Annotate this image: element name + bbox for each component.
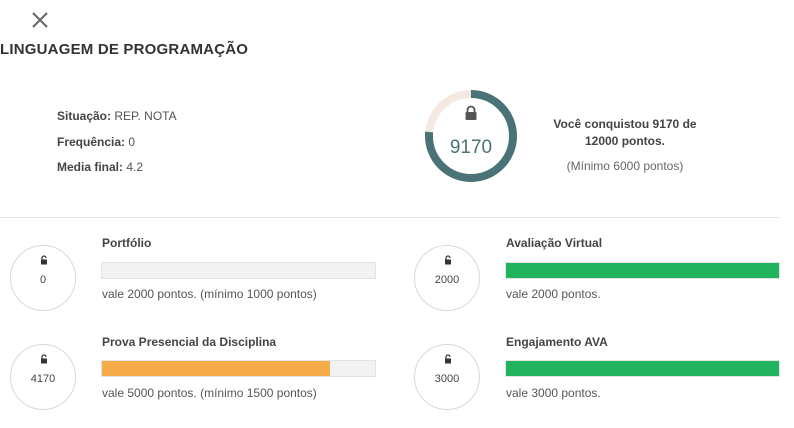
summary-line-1: Você conquistou 9170 de <box>553 117 697 131</box>
activity-score-circle: 2000 <box>414 245 480 311</box>
media-row: Media final: 4.2 <box>57 159 177 185</box>
activity-name: Engajamento AVA <box>506 335 608 349</box>
activity-progress-bar <box>505 262 780 279</box>
activity-score-circle: 0 <box>10 245 76 311</box>
close-icon <box>32 12 48 28</box>
unlock-icon <box>41 255 47 265</box>
activity-progress-fill <box>506 263 779 278</box>
activity-progress-bar <box>505 360 780 377</box>
activity-score: 3000 <box>434 373 460 385</box>
activity-progress-bar <box>101 360 376 377</box>
activity-score: 2000 <box>434 274 460 286</box>
activity-description: vale 2000 pontos. (mínimo 1000 pontos) <box>102 287 317 301</box>
divider <box>0 217 780 218</box>
activity-score: 4170 <box>30 373 56 385</box>
score-ring-graphic <box>425 90 517 182</box>
situacao-row: Situação: REP. NOTA <box>57 108 177 134</box>
situacao-label: Situação: <box>57 109 112 123</box>
summary-line-2: 12000 pontos. <box>584 134 666 148</box>
media-value: 4.2 <box>126 160 144 174</box>
unlock-icon <box>445 354 451 364</box>
media-label: Media final: <box>57 160 124 174</box>
score-ring: 9170 <box>423 88 519 184</box>
activity-description: vale 2000 pontos. <box>506 287 601 301</box>
activity-name: Prova Presencial da Disciplina <box>102 335 277 349</box>
page-title: LINGUAGEM DE PROGRAMAÇÃO <box>0 41 249 58</box>
activity-progress-bar <box>101 262 376 279</box>
unlock-icon <box>445 255 451 265</box>
situacao-value: REP. NOTA <box>114 109 177 123</box>
frequencia-label: Frequência: <box>57 134 126 149</box>
lock-icon <box>465 105 477 120</box>
activity-score-circle: 3000 <box>414 344 480 410</box>
activity-progress-fill <box>506 361 779 376</box>
status-panel: Situação: REP. NOTA Frequência: 0 Media … <box>57 108 177 185</box>
activity-score-circle: 4170 <box>10 344 76 410</box>
close-button[interactable] <box>29 9 51 31</box>
summary-minimum: (Mínimo 6000 pontos) <box>566 159 684 173</box>
activity-description: vale 3000 pontos. <box>506 386 601 400</box>
activity-description: vale 5000 pontos. (mínimo 1500 pontos) <box>102 386 317 400</box>
frequencia-row: Frequência: 0 <box>57 134 177 160</box>
activity-name: Portfólio <box>102 236 152 250</box>
activity-progress-fill <box>102 361 330 376</box>
score-summary: Você conquistou 9170 de 12000 pontos. (M… <box>540 116 710 174</box>
frequencia-value: 0 <box>128 134 136 149</box>
unlock-icon <box>41 354 47 364</box>
activity-name: Avaliação Virtual <box>506 236 603 250</box>
activity-score: 0 <box>39 274 47 286</box>
score-points: 9170 <box>449 137 493 158</box>
